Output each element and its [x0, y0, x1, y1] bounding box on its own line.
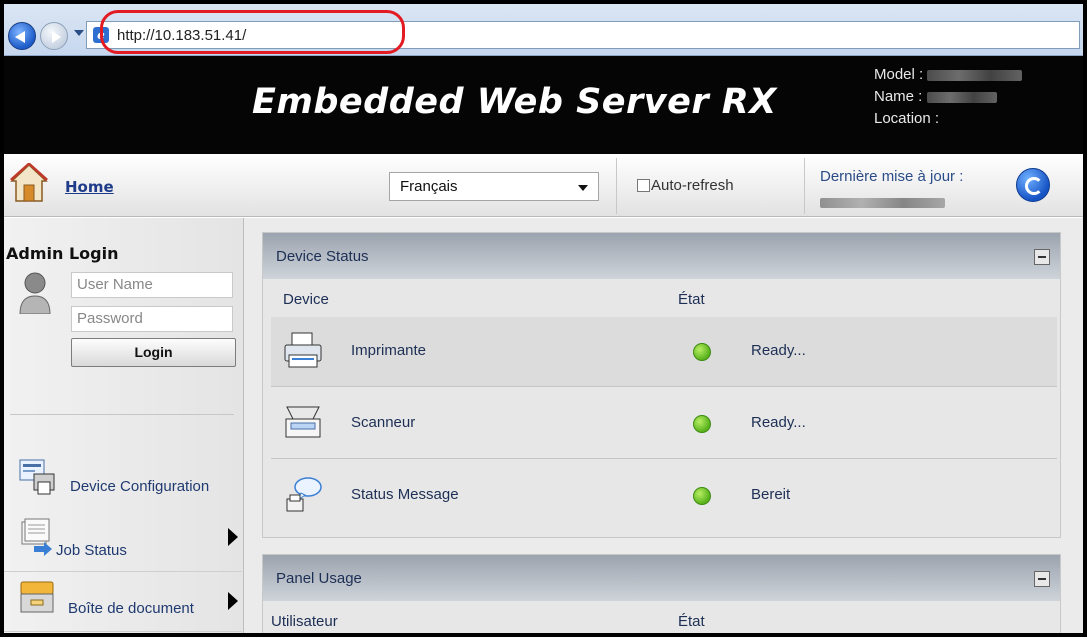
- device-status-panel: Device Status Device État Imprimante Rea…: [262, 232, 1061, 538]
- main-content: Device Status Device État Imprimante Rea…: [244, 218, 1083, 633]
- language-select[interactable]: Français: [389, 172, 599, 201]
- password-input[interactable]: Password: [71, 306, 233, 332]
- last-update-label: Dernière mise à jour :: [820, 168, 964, 185]
- home-link[interactable]: Home: [65, 178, 114, 196]
- auto-refresh-checkbox[interactable]: [637, 179, 650, 192]
- app-window: e http://10.183.51.41/ Embedded Web Serv…: [4, 4, 1083, 633]
- document-box-icon: [20, 581, 54, 613]
- forward-button[interactable]: [40, 22, 68, 50]
- admin-login-title: Admin Login: [6, 244, 119, 263]
- collapse-icon[interactable]: [1034, 249, 1050, 265]
- device-config-icon: [19, 459, 55, 495]
- back-button[interactable]: [8, 22, 36, 50]
- sidebar-item-device-configuration[interactable]: Device Configuration: [4, 456, 242, 514]
- status-message-icon: [286, 477, 322, 512]
- panel-usage-panel: Panel Usage Utilisateur État: [262, 554, 1061, 633]
- login-button[interactable]: Login: [71, 338, 236, 367]
- collapse-icon[interactable]: [1034, 571, 1050, 587]
- device-state: Bereit: [751, 486, 791, 503]
- printer-icon: [284, 332, 322, 368]
- sidebar-item-job-status[interactable]: Job Status: [4, 514, 242, 572]
- panel-header: Device Status: [263, 233, 1060, 279]
- auto-refresh-label: Auto-refresh: [651, 177, 734, 194]
- device-name: Scanneur: [351, 414, 416, 431]
- chevron-right-icon: [228, 592, 238, 610]
- model-value-redacted: [927, 69, 1023, 81]
- table-row[interactable]: Imprimante Ready...: [271, 317, 1057, 387]
- column-header-state: État: [678, 613, 705, 630]
- page-header: Embedded Web Server RX Model : Name : Lo…: [4, 56, 1083, 154]
- sidebar-item-document-box[interactable]: Boîte de document: [4, 574, 242, 632]
- status-indicator-icon: [693, 415, 711, 433]
- panel-title: Panel Usage: [276, 570, 362, 587]
- device-state: Ready...: [751, 414, 806, 431]
- sidebar: Admin Login User Name Password Login Dev…: [4, 218, 244, 633]
- table-row[interactable]: Scanneur Ready...: [271, 389, 1057, 459]
- column-header-user: Utilisateur: [271, 613, 338, 630]
- chevron-down-icon: [578, 185, 588, 191]
- ie-page-icon: e: [93, 27, 109, 43]
- address-url[interactable]: http://10.183.51.41/: [117, 27, 246, 44]
- status-indicator-icon: [693, 487, 711, 505]
- language-selected: Français: [400, 178, 458, 195]
- chevron-right-icon: [228, 528, 238, 546]
- name-label: Name :: [874, 88, 923, 105]
- nav-toolbar: Home Français Auto-refresh Dernière mise…: [4, 154, 1083, 217]
- home-icon[interactable]: [10, 163, 48, 203]
- device-name: Imprimante: [351, 342, 427, 359]
- device-state: Ready...: [751, 342, 806, 359]
- address-bar[interactable]: e http://10.183.51.41/: [86, 21, 1080, 49]
- sidebar-item-label: Boîte de document: [68, 600, 194, 617]
- scanner-icon: [285, 406, 321, 438]
- location-label: Location :: [874, 110, 940, 127]
- user-avatar-icon: [19, 272, 51, 314]
- model-label: Model :: [874, 66, 924, 83]
- job-status-icon: [21, 518, 52, 556]
- refresh-button[interactable]: [1016, 168, 1050, 202]
- column-header-state: État: [678, 291, 705, 308]
- status-indicator-icon: [693, 343, 711, 361]
- sidebar-divider: [10, 414, 234, 415]
- device-info: Model : Name : Location :: [874, 64, 1023, 130]
- column-header-device: Device: [283, 291, 329, 308]
- history-dropdown-icon[interactable]: [74, 30, 84, 36]
- last-update-value-redacted: [820, 194, 945, 212]
- divider: [616, 158, 617, 214]
- device-name: Status Message: [351, 486, 459, 503]
- sidebar-item-label: Device Configuration: [70, 478, 210, 495]
- page-title: Embedded Web Server RX: [252, 82, 777, 122]
- name-value-redacted: [926, 91, 997, 103]
- sidebar-item-label: Job Status: [56, 542, 127, 559]
- browser-toolbar: e http://10.183.51.41/: [4, 4, 1083, 56]
- table-row[interactable]: Status Message Bereit: [271, 461, 1057, 531]
- username-input[interactable]: User Name: [71, 272, 233, 298]
- panel-header: Panel Usage: [263, 555, 1060, 601]
- panel-title: Device Status: [276, 248, 369, 265]
- divider: [804, 158, 805, 214]
